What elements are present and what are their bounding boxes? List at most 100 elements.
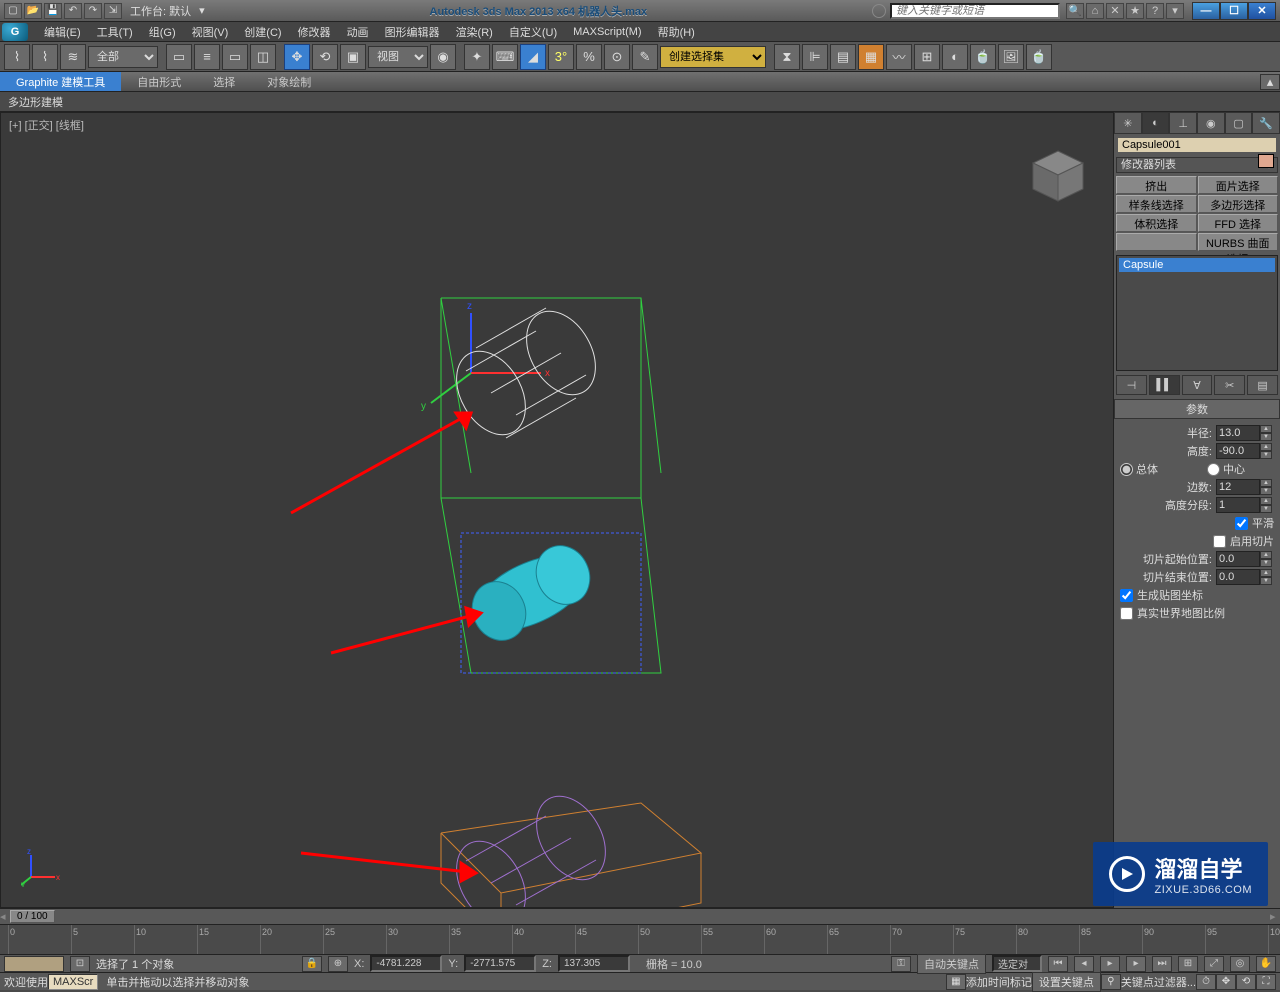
ribbon-tab-selection[interactable]: 选择 [197,72,251,91]
pivot-center-icon[interactable]: ◉ [430,44,456,70]
radius-up-icon[interactable]: ▲ [1260,425,1272,433]
ribbon-collapse-icon[interactable]: ▴ [1260,74,1280,90]
slice-on-checkbox[interactable] [1213,535,1226,548]
object-color-swatch[interactable] [1258,154,1274,168]
heightsegs-input[interactable] [1216,497,1260,513]
select-by-name-icon[interactable]: ≡ [194,44,220,70]
modify-tab-icon[interactable]: ◐ [1142,112,1170,134]
show-end-result-icon[interactable]: ▌▌ [1149,375,1180,395]
menu-views[interactable]: 视图(V) [184,22,237,42]
menu-animation[interactable]: 动画 [339,22,377,42]
mod-vol-select[interactable]: 体积选择 [1116,214,1197,232]
nav-orbit-icon[interactable]: ⟲ [1236,974,1256,990]
height-input[interactable] [1216,443,1260,459]
absolute-transform-icon[interactable]: ⊕ [328,956,348,972]
viewport[interactable]: [+] [正交] [线框] z x y [0,112,1114,908]
display-tab-icon[interactable]: ▢ [1225,112,1253,134]
favorite-icon[interactable]: ★ [1126,3,1144,19]
nav-maximize-icon[interactable]: ⛶ [1256,974,1276,990]
height-up-icon[interactable]: ▲ [1260,443,1272,451]
link-icon[interactable]: ⌇ [4,44,30,70]
schematic-view-icon[interactable]: ⊞ [914,44,940,70]
menu-rendering[interactable]: 渲染(R) [448,22,501,42]
edit-named-sel-icon[interactable]: ✎ [632,44,658,70]
menu-group[interactable]: 组(G) [141,22,184,42]
mod-extrude[interactable]: 挤出 [1116,176,1197,194]
menu-modifiers[interactable]: 修改器 [290,22,339,42]
reference-coord-system[interactable]: 视图 [368,46,428,68]
modifier-list-dropdown[interactable]: 修改器列表 [1116,157,1278,173]
menu-grapheditors[interactable]: 图形编辑器 [377,22,448,42]
spinner-snap-icon[interactable]: ⊙ [604,44,630,70]
menu-help[interactable]: 帮助(H) [650,22,703,42]
pin-stack-icon[interactable]: ⊣ [1116,375,1147,395]
percent-snap-icon[interactable]: % [576,44,602,70]
material-editor-icon[interactable]: ◐ [942,44,968,70]
dropdown-icon[interactable]: ▾ [1166,3,1184,19]
key-icon[interactable]: ⚿ [891,956,911,972]
exchange-icon[interactable]: ✕ [1106,3,1124,19]
rollout-parameters[interactable]: 参数 [1114,399,1280,419]
new-icon[interactable]: ▢ [4,3,22,19]
viewport-nav1-icon[interactable]: ⊞ [1178,956,1198,972]
key-filter-icon[interactable]: ⚲ [1101,974,1121,990]
stack-item-capsule[interactable]: Capsule [1119,258,1275,272]
named-selection-sets[interactable]: 创建选择集 [660,46,766,68]
key-filters[interactable]: 关键点过滤器... [1121,974,1196,990]
time-ruler[interactable]: 0510152025303540455055606570758085909510… [0,924,1280,954]
maxscript-listener[interactable]: MAXScr [48,974,98,990]
make-unique-icon[interactable]: ∀ [1182,375,1213,395]
gen-mapping-checkbox[interactable] [1120,589,1133,602]
track-right-icon[interactable]: ▸ [1270,910,1280,923]
lock-selection-icon[interactable]: 🔒 [302,956,322,972]
select-scale-icon[interactable]: ▣ [340,44,366,70]
modifier-stack[interactable]: Capsule [1116,255,1278,371]
hierarchy-tab-icon[interactable]: ⊥ [1169,112,1197,134]
motion-tab-icon[interactable]: ◉ [1197,112,1225,134]
autokey-target[interactable] [992,955,1042,972]
render-production-icon[interactable]: 🍵 [1026,44,1052,70]
workspace-label[interactable]: 工作台: 默认 [130,3,191,19]
menu-tools[interactable]: 工具(T) [89,22,141,42]
center-radio[interactable]: 中心 [1207,461,1274,477]
binoculars-icon[interactable]: 🔍 [1066,3,1084,19]
radius-down-icon[interactable]: ▼ [1260,433,1272,441]
mod-poly-select[interactable]: 多边形选择 [1198,195,1279,213]
align-icon[interactable]: ⊫ [802,44,828,70]
mod-patch-select[interactable]: 面片选择 [1198,176,1279,194]
subscription-icon[interactable]: ⌂ [1086,3,1104,19]
keyboard-shortcut-icon[interactable]: ⌨ [492,44,518,70]
autokey-button[interactable]: 自动关键点 [917,954,986,974]
selection-filter[interactable]: 全部 [88,46,158,68]
ribbon-tab-freeform[interactable]: 自由形式 [121,72,197,91]
configure-sets-icon[interactable]: ▤ [1247,375,1278,395]
create-tab-icon[interactable]: ✳ [1114,112,1142,134]
menu-edit[interactable]: 编辑(E) [36,22,89,42]
snap-toggle-icon[interactable]: ◢ [520,44,546,70]
mirror-icon[interactable]: ⧗ [774,44,800,70]
graphite-ribbon-icon[interactable]: ▦ [858,44,884,70]
link-icon[interactable]: ⇲ [104,3,122,19]
close-button[interactable]: ✕ [1248,2,1276,20]
rectangle-region-icon[interactable]: ▭ [222,44,248,70]
remove-modifier-icon[interactable]: ✂ [1214,375,1245,395]
time-slider-track[interactable]: ◂ 0 / 100 ▸ [0,908,1280,924]
ribbon-panel-polymodeling[interactable]: 多边形建模 [0,92,1280,112]
viewport-nav2-icon[interactable]: ⤢ [1204,956,1224,972]
slice-to-input[interactable] [1216,569,1260,585]
maximize-button[interactable]: ☐ [1220,2,1248,20]
mod-ffd-select[interactable]: FFD 选择 [1198,214,1279,232]
select-move-icon[interactable]: ✥ [284,44,310,70]
bind-spacewarp-icon[interactable]: ≋ [60,44,86,70]
isolate-icon[interactable]: ⊡ [70,956,90,972]
next-frame-icon[interactable]: ▸ [1126,956,1146,972]
search-input[interactable] [890,3,1060,19]
play-icon[interactable]: ▸ [1100,956,1120,972]
open-icon[interactable]: 📂 [24,3,42,19]
viewport-nav4-icon[interactable]: ✋ [1256,956,1276,972]
menu-maxscript[interactable]: MAXScript(M) [565,24,649,40]
ribbon-tab-graphite[interactable]: Graphite 建模工具 [0,72,121,91]
angle-snap-icon[interactable]: 3° [548,44,574,70]
timetag-icon[interactable]: ▦ [946,974,966,990]
object-name-field[interactable]: Capsule001 [1118,138,1276,152]
